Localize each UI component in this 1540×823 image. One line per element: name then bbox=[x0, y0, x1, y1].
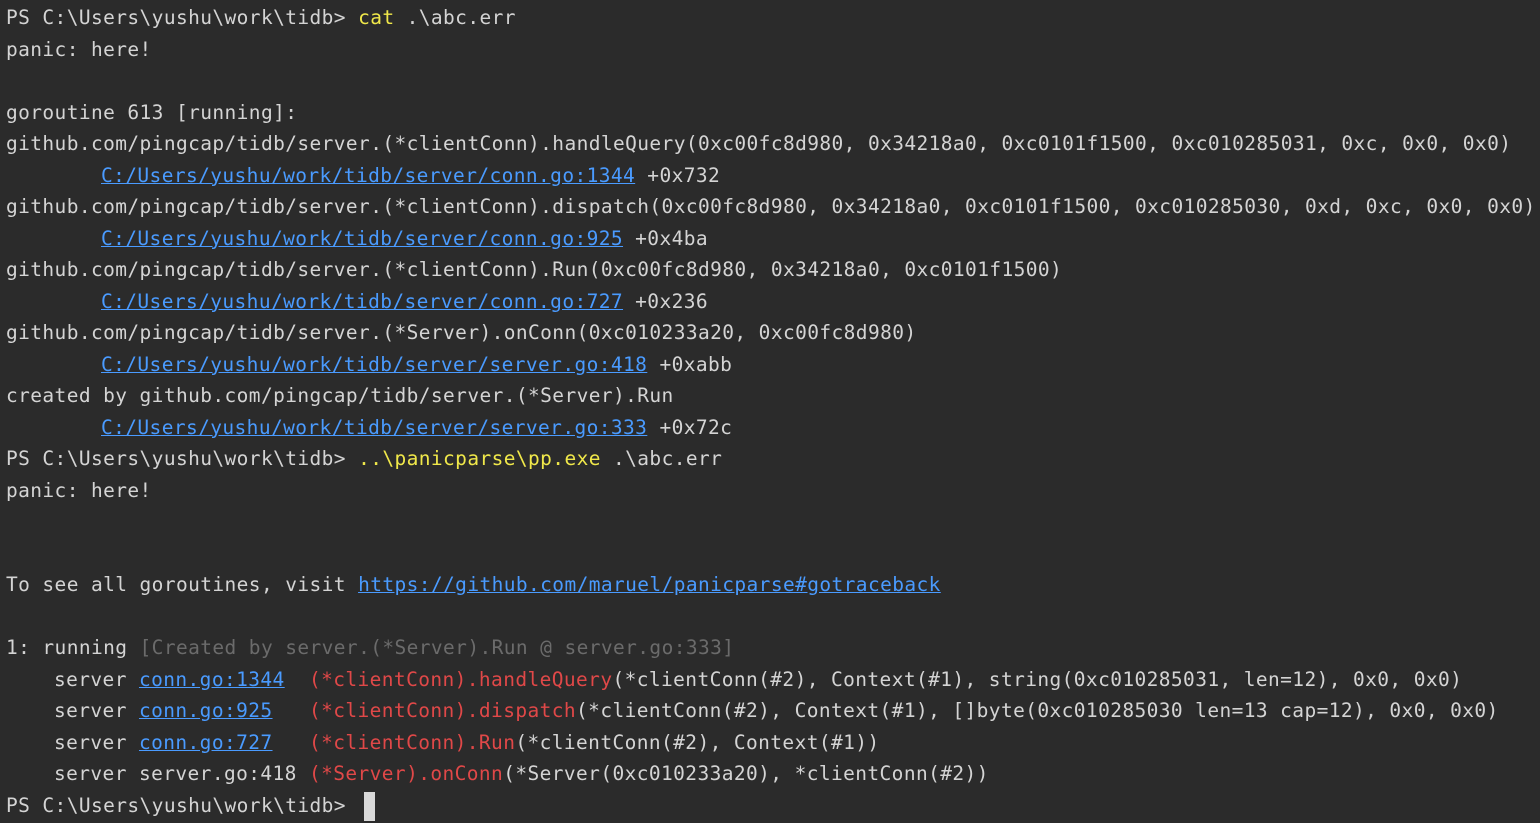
stack-offset: +0xabb bbox=[647, 352, 733, 376]
frame-row: server conn.go:1344 (*clientConn).handle… bbox=[6, 664, 1540, 696]
frame-file-link[interactable]: conn.go:1344 bbox=[139, 668, 285, 691]
panic-message: panic: here! bbox=[6, 37, 152, 61]
frame-package: server server.go:418 bbox=[54, 762, 297, 785]
stack-function: github.com/pingcap/tidb/server.(*clientC… bbox=[6, 132, 1512, 155]
prompt: PS C:\Users\yushu\work\tidb> bbox=[6, 447, 359, 470]
frame-file-link[interactable]: conn.go:727 bbox=[139, 731, 273, 754]
prompt: PS C:\Users\yushu\work\tidb> bbox=[6, 6, 359, 29]
frame-method: onConn bbox=[430, 762, 504, 785]
command-line: PS C:\Users\yushu\work\tidb> ..\panicpar… bbox=[6, 443, 1540, 475]
file-link[interactable]: C:/Users/yushu/work/tidb/server/conn.go:… bbox=[101, 290, 623, 313]
stack-location: C:/Users/yushu/work/tidb/server/conn.go:… bbox=[6, 223, 1540, 255]
frame-row: server conn.go:925 (*clientConn).dispatc… bbox=[6, 695, 1540, 727]
stack-location: C:/Users/yushu/work/tidb/server/conn.go:… bbox=[6, 286, 1540, 318]
file-link[interactable]: C:/Users/yushu/work/tidb/server/conn.go:… bbox=[101, 164, 635, 187]
terminal-window[interactable]: PS C:\Users\yushu\work\tidb> cat .\abc.e… bbox=[0, 0, 1540, 823]
command-name: cat bbox=[358, 6, 395, 29]
stack-location: C:/Users/yushu/work/tidb/server/server.g… bbox=[6, 412, 1540, 444]
panicparse-link[interactable]: https://github.com/maruel/panicparse#got… bbox=[358, 573, 941, 596]
command-args: .\abc.err bbox=[600, 447, 723, 470]
frame-package: server bbox=[54, 730, 139, 754]
frame-args: (*clientConn(#2), Context(#1), []byte(0x… bbox=[576, 699, 1499, 722]
stack-function: github.com/pingcap/tidb/server.(*clientC… bbox=[6, 258, 1063, 281]
frame-method: handleQuery bbox=[478, 667, 613, 691]
file-link[interactable]: C:/Users/yushu/work/tidb/server/conn.go:… bbox=[101, 227, 623, 250]
prompt: PS C:\Users\yushu\work\tidb> bbox=[6, 793, 359, 817]
frame-receiver: (*clientConn). bbox=[308, 699, 479, 722]
frame-receiver: (*clientConn). bbox=[308, 667, 479, 691]
stack-function: github.com/pingcap/tidb/server.(*clientC… bbox=[6, 195, 1536, 218]
stack-offset: +0x4ba bbox=[623, 226, 709, 250]
stack-offset: +0x732 bbox=[635, 163, 721, 187]
frame-args: (*Server(0xc010233a20), *clientConn(#2)) bbox=[503, 762, 989, 785]
command-line: PS C:\Users\yushu\work\tidb> cat .\abc.e… bbox=[6, 2, 1540, 34]
visit-text: To see all goroutines, visit bbox=[6, 573, 359, 596]
frame-receiver: (*clientConn). bbox=[308, 730, 479, 754]
goroutine-header: goroutine 613 [running]: bbox=[6, 100, 298, 124]
frame-file-link[interactable]: conn.go:925 bbox=[139, 699, 273, 722]
file-link[interactable]: C:/Users/yushu/work/tidb/server/server.g… bbox=[101, 353, 647, 376]
bucket-label: 1: running bbox=[6, 636, 140, 659]
stack-function: created by github.com/pingcap/tidb/serve… bbox=[6, 384, 674, 407]
visit-line: To see all goroutines, visit https://git… bbox=[6, 569, 1540, 601]
stack-location: C:/Users/yushu/work/tidb/server/conn.go:… bbox=[6, 160, 1540, 192]
frame-method: Run bbox=[478, 730, 516, 754]
frame-package: server bbox=[54, 667, 139, 691]
frame-row: server conn.go:727 (*clientConn).Run(*cl… bbox=[6, 727, 1540, 759]
bucket-created-by: [Created by server.(*Server).Run @ serve… bbox=[139, 636, 735, 659]
panic-message: panic: here! bbox=[6, 478, 152, 502]
stack-location: C:/Users/yushu/work/tidb/server/server.g… bbox=[6, 349, 1540, 381]
frame-args: (*clientConn(#2), Context(#1), string(0x… bbox=[612, 667, 1463, 691]
input-line[interactable]: PS C:\Users\yushu\work\tidb> bbox=[6, 790, 1540, 822]
bucket-header: 1: running [Created by server.(*Server).… bbox=[6, 632, 1540, 664]
file-link[interactable]: C:/Users/yushu/work/tidb/server/server.g… bbox=[101, 416, 647, 439]
frame-package: server bbox=[54, 699, 139, 722]
text-cursor bbox=[364, 791, 376, 821]
frame-row: server server.go:418 (*Server).onConn(*S… bbox=[6, 758, 1540, 790]
frame-method: dispatch bbox=[478, 699, 577, 722]
frame-args: (*clientConn(#2), Context(#1)) bbox=[515, 730, 880, 754]
command-args: .\abc.err bbox=[394, 6, 516, 29]
command-name: ..\panicparse\pp.exe bbox=[358, 447, 601, 470]
stack-offset: +0x72c bbox=[647, 415, 733, 439]
stack-function: github.com/pingcap/tidb/server.(*Server)… bbox=[6, 321, 917, 344]
stack-offset: +0x236 bbox=[623, 289, 709, 313]
frame-receiver: (*Server). bbox=[308, 762, 431, 785]
